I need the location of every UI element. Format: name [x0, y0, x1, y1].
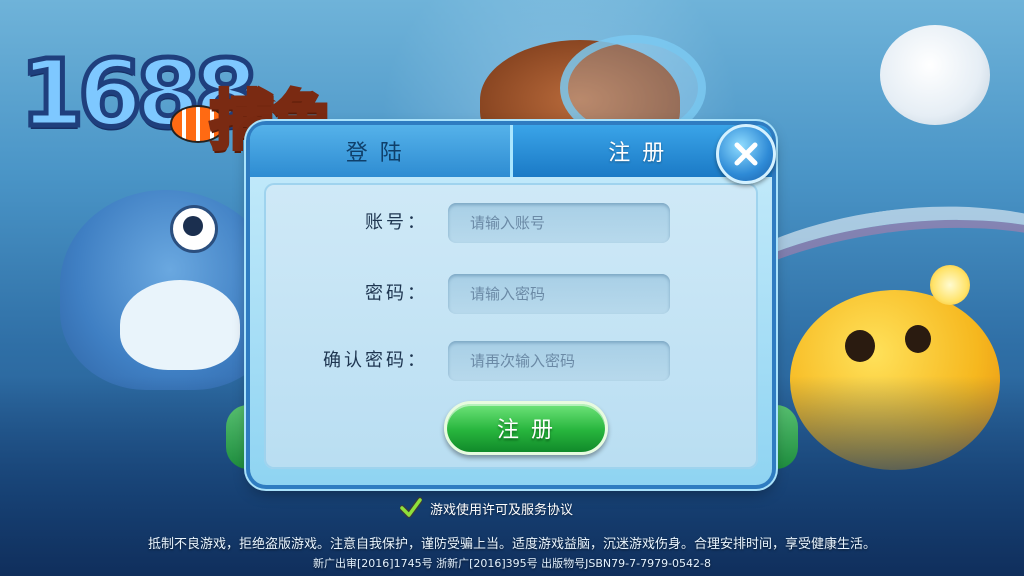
close-button[interactable]: [716, 124, 776, 184]
health-notice: 抵制不良游戏，拒绝盗版游戏。注意自我保护，谨防受骗上当。适度游戏益脑，沉迷游戏伤…: [147, 537, 876, 552]
confirm-password-label: 确认密码：: [323, 350, 428, 371]
shark-pupil: [183, 216, 203, 236]
password-input[interactable]: [448, 274, 670, 314]
password-row: 密码：: [264, 274, 758, 314]
dialog-tabs: 登陆 注册: [250, 125, 772, 177]
confirm-password-row: 确认密码：: [264, 341, 758, 381]
close-icon: [734, 142, 758, 166]
account-label: 账号：: [365, 212, 428, 233]
agreement-checkbox-check-icon[interactable]: [400, 497, 422, 519]
yellow-fish-eye: [905, 325, 931, 353]
register-form-panel: 账号： 密码： 确认密码： 注册: [264, 183, 758, 469]
agreement-link[interactable]: 游戏使用许可及服务协议: [430, 499, 573, 518]
shark-belly: [120, 280, 240, 370]
password-label: 密码：: [365, 283, 428, 304]
register-dialog: 登陆 注册 账号： 密码： 确认密码： 注册: [250, 125, 772, 485]
account-row: 账号：: [264, 203, 758, 243]
lantern-light: [930, 265, 970, 305]
license-info: 新广出审[2016]1745号 浙新广[2016]395号 出版物号JSBN79…: [313, 557, 711, 570]
pufferfish-character: [880, 25, 990, 125]
agreement-row: 游戏使用许可及服务协议: [400, 496, 573, 520]
account-input[interactable]: [448, 203, 670, 243]
yellow-fish-eye: [845, 330, 875, 362]
confirm-password-input[interactable]: [448, 341, 670, 381]
register-submit-button[interactable]: 注册: [444, 401, 608, 455]
tab-login[interactable]: 登陆: [250, 125, 513, 177]
